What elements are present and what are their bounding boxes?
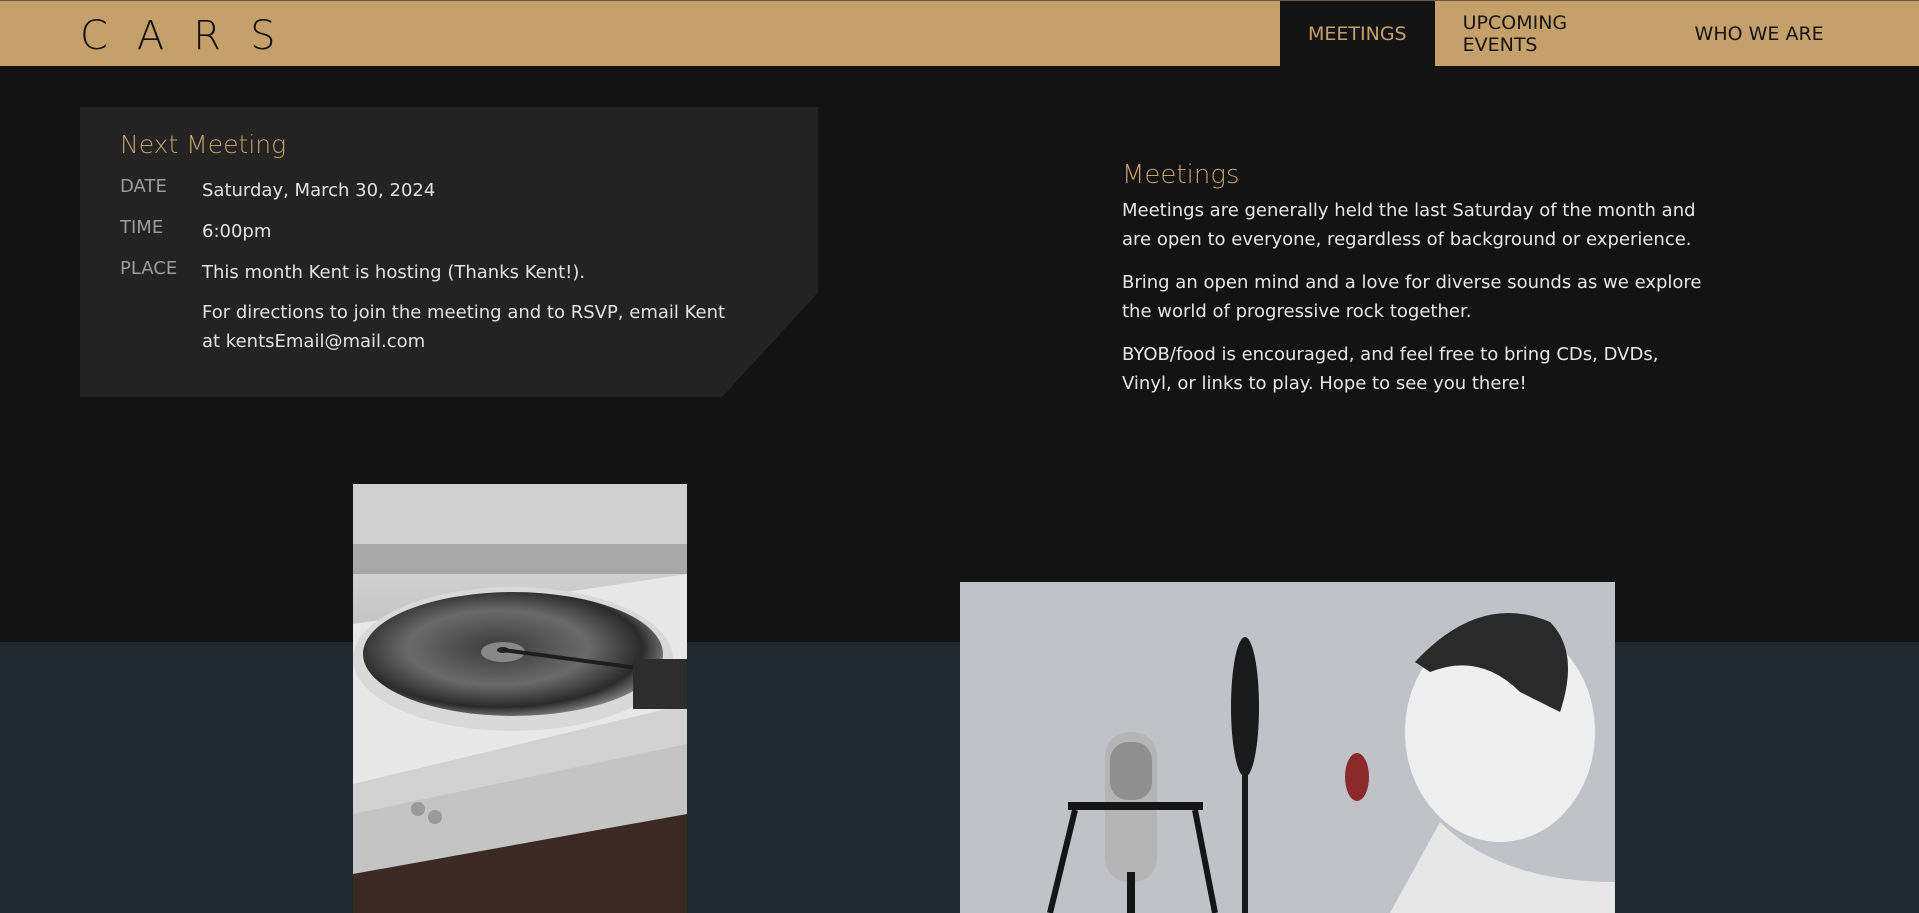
nav-upcoming-events[interactable]: UPCOMING EVENTS: [1435, 1, 1663, 67]
time-value: 6:00pm: [202, 221, 272, 242]
date-value: Saturday, March 30, 2024: [202, 180, 436, 201]
meetings-paragraph-3: BYOB/food is encouraged, and feel free t…: [1122, 344, 1659, 394]
meetings-paragraph-2: Bring an open mind and a love for divers…: [1122, 272, 1702, 322]
meetings-paragraph-1: Meetings are generally held the last Sat…: [1122, 200, 1696, 250]
place-value: This month Kent is hosting (Thanks Kent!…: [202, 262, 586, 283]
site-header: CARS MEETINGS UPCOMING EVENTS WHO WE ARE: [0, 0, 1919, 67]
date-label: DATE: [120, 176, 167, 197]
meetings-info: Meetings Meetings are generally held the…: [1122, 160, 1712, 412]
time-label: TIME: [120, 217, 164, 238]
singer-illustration: [960, 582, 1615, 913]
nav-who-we-are[interactable]: WHO WE ARE: [1663, 1, 1856, 67]
main-nav: MEETINGS UPCOMING EVENTS WHO WE ARE: [1280, 1, 1856, 67]
place-label: PLACE: [120, 258, 178, 279]
site-logo[interactable]: CARS: [80, 13, 304, 59]
turntable-illustration: [353, 484, 687, 913]
nav-meetings[interactable]: MEETINGS: [1280, 1, 1435, 67]
next-meeting-title: Next Meeting: [120, 130, 287, 159]
meetings-heading: Meetings: [1122, 160, 1240, 190]
singer-microphone-photo: [960, 582, 1615, 913]
turntable-photo: [353, 484, 687, 913]
directions-text: For directions to join the meeting and t…: [202, 302, 726, 352]
